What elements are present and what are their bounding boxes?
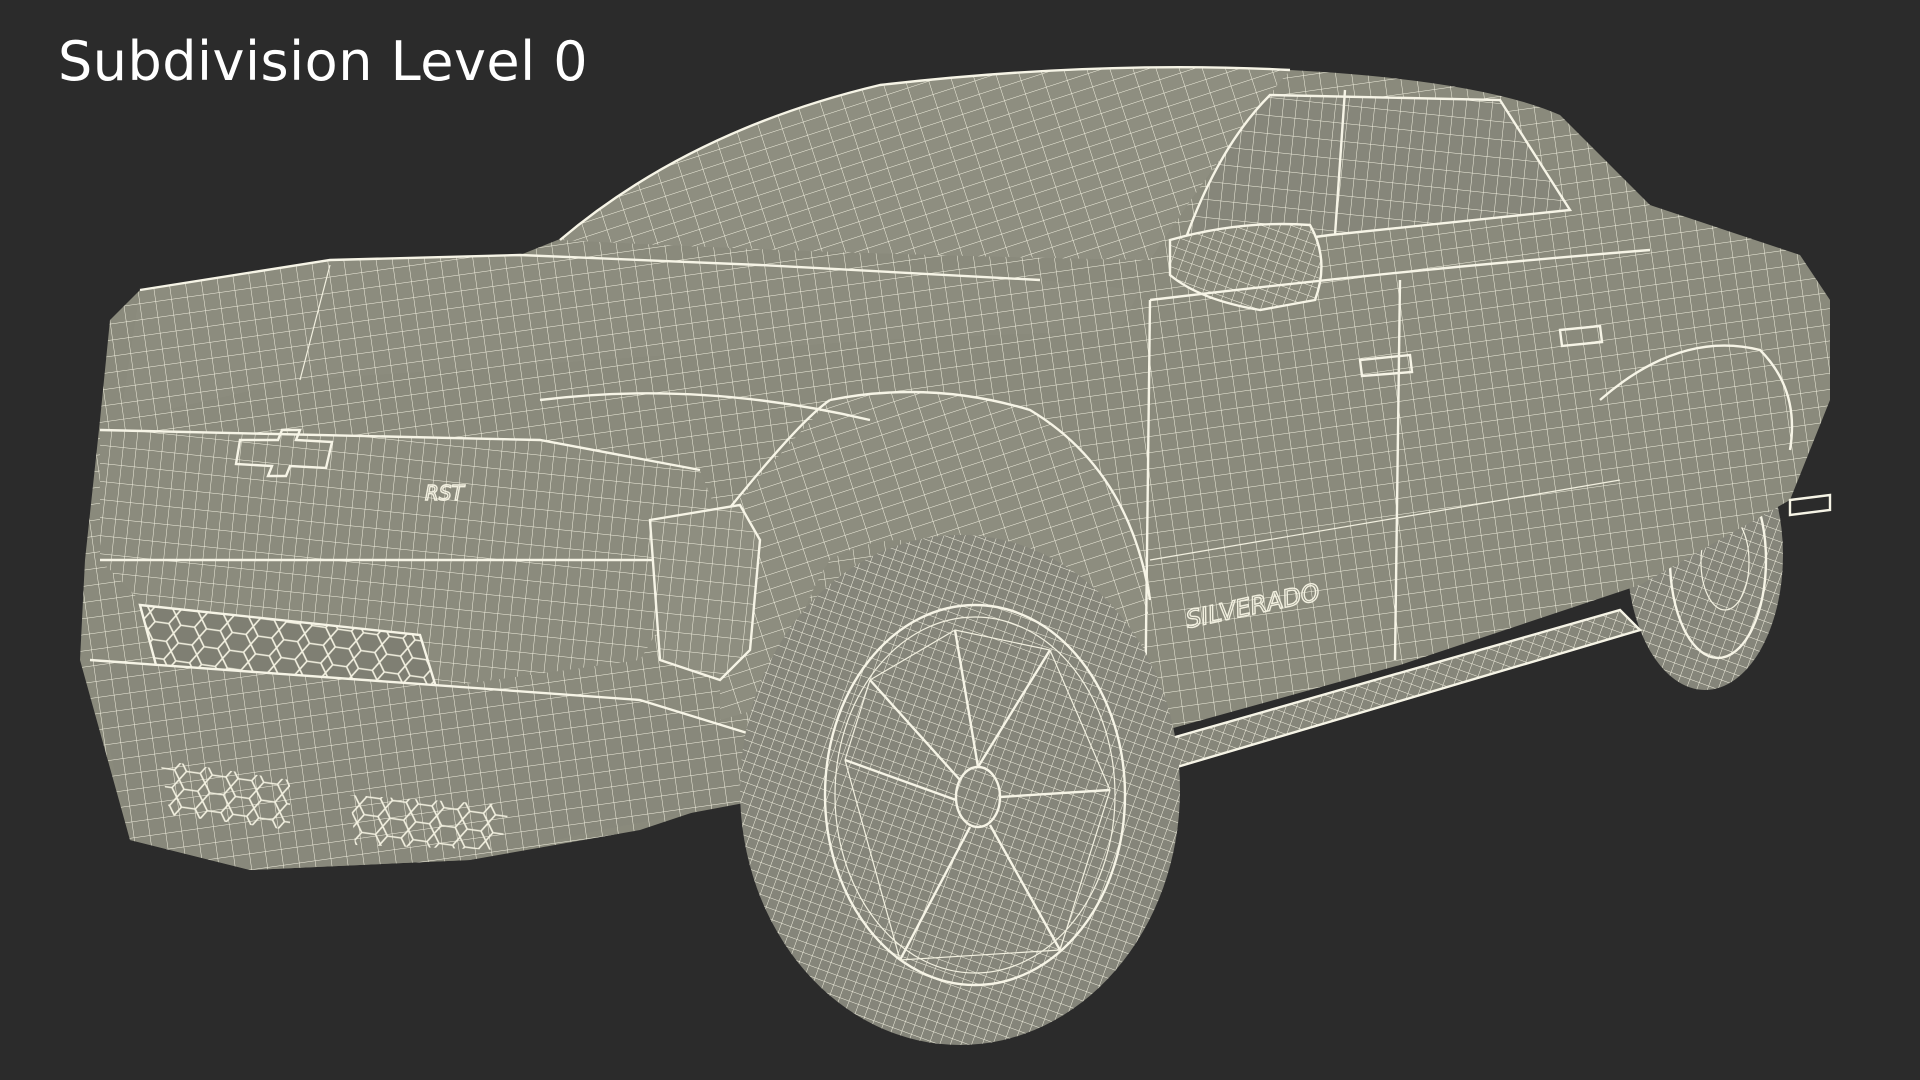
front-wheel xyxy=(740,535,1180,1045)
caption-title: Subdivision Level 0 xyxy=(58,30,589,93)
front-badge-text: RST xyxy=(425,481,466,505)
wireframe-truck-render: SILVERADO RST xyxy=(80,65,1832,1045)
render-viewport: SILVERADO RST Subdivision Level 0 xyxy=(0,0,1920,1080)
front-grille xyxy=(99,428,720,702)
